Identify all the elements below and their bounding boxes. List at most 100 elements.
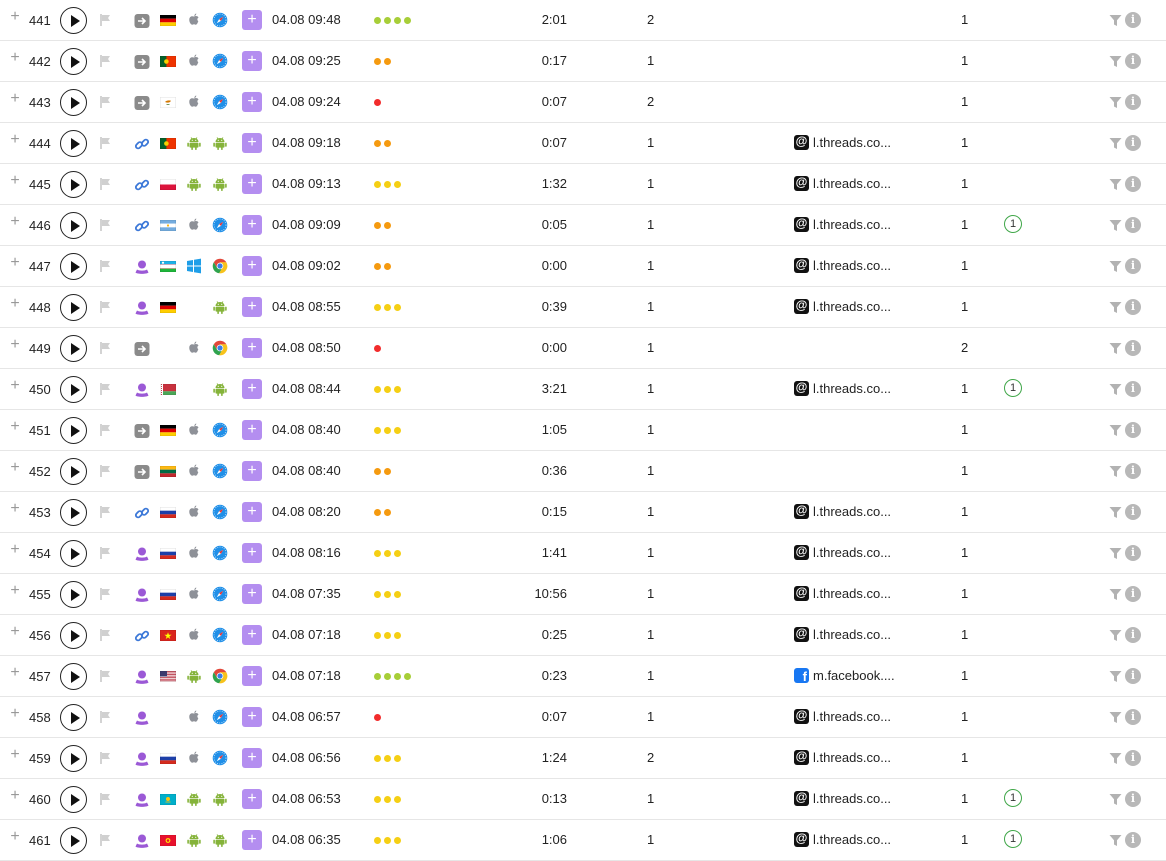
plus-icon[interactable]: + bbox=[8, 133, 22, 147]
play-icon[interactable] bbox=[60, 417, 87, 444]
info-icon[interactable]: i bbox=[1125, 217, 1141, 233]
filter-icon[interactable] bbox=[1109, 793, 1122, 806]
table-row[interactable]: +451+04.08 08:401:0511i bbox=[0, 410, 1166, 451]
filter-icon[interactable] bbox=[1109, 588, 1122, 601]
info-icon[interactable]: i bbox=[1125, 422, 1141, 438]
add-button[interactable]: + bbox=[242, 215, 262, 235]
add-button[interactable]: + bbox=[242, 461, 262, 481]
flag-icon[interactable] bbox=[99, 546, 113, 560]
plus-icon[interactable]: + bbox=[8, 789, 22, 803]
play-icon[interactable] bbox=[60, 89, 87, 116]
info-icon[interactable]: i bbox=[1125, 750, 1141, 766]
plus-icon[interactable]: + bbox=[8, 543, 22, 557]
info-icon[interactable]: i bbox=[1125, 176, 1141, 192]
play-icon[interactable] bbox=[60, 253, 87, 280]
filter-icon[interactable] bbox=[1109, 219, 1122, 232]
referrer-link[interactable]: l.threads.co... bbox=[794, 790, 891, 808]
filter-icon[interactable] bbox=[1109, 260, 1122, 273]
filter-icon[interactable] bbox=[1109, 178, 1122, 191]
plus-icon[interactable]: + bbox=[8, 338, 22, 352]
info-icon[interactable]: i bbox=[1125, 586, 1141, 602]
plus-icon[interactable]: + bbox=[8, 707, 22, 721]
info-icon[interactable]: i bbox=[1125, 668, 1141, 684]
plus-icon[interactable]: + bbox=[8, 10, 22, 24]
referrer-link[interactable]: l.threads.co... bbox=[794, 298, 891, 316]
flag-icon[interactable] bbox=[99, 710, 113, 724]
table-row[interactable]: +447+04.08 09:020:001l.threads.co...1i bbox=[0, 246, 1166, 287]
goal-badge[interactable]: 1 bbox=[1004, 830, 1022, 848]
plus-icon[interactable]: + bbox=[8, 92, 22, 106]
filter-icon[interactable] bbox=[1109, 465, 1122, 478]
play-icon[interactable] bbox=[60, 48, 87, 75]
play-icon[interactable] bbox=[60, 581, 87, 608]
info-icon[interactable]: i bbox=[1125, 340, 1141, 356]
goal-badge[interactable]: 1 bbox=[1004, 215, 1022, 233]
referrer-link[interactable]: l.threads.co... bbox=[794, 749, 891, 767]
referrer-link[interactable]: l.threads.co... bbox=[794, 708, 891, 726]
info-icon[interactable]: i bbox=[1125, 627, 1141, 643]
flag-icon[interactable] bbox=[99, 54, 113, 68]
filter-icon[interactable] bbox=[1109, 14, 1122, 27]
add-button[interactable]: + bbox=[242, 133, 262, 153]
table-row[interactable]: +450+04.08 08:443:211l.threads.co...11i bbox=[0, 369, 1166, 410]
table-row[interactable]: +455+04.08 07:3510:561l.threads.co...1i bbox=[0, 574, 1166, 615]
referrer-link[interactable]: l.threads.co... bbox=[794, 175, 891, 193]
play-icon[interactable] bbox=[60, 130, 87, 157]
referrer-link[interactable]: l.threads.co... bbox=[794, 257, 891, 275]
flag-icon[interactable] bbox=[99, 792, 113, 806]
goal-badge[interactable]: 1 bbox=[1004, 789, 1022, 807]
table-row[interactable]: +444+04.08 09:180:071l.threads.co...1i bbox=[0, 123, 1166, 164]
table-row[interactable]: +453+04.08 08:200:151l.threads.co...1i bbox=[0, 492, 1166, 533]
plus-icon[interactable]: + bbox=[8, 215, 22, 229]
flag-icon[interactable] bbox=[99, 628, 113, 642]
add-button[interactable]: + bbox=[242, 10, 262, 30]
info-icon[interactable]: i bbox=[1125, 53, 1141, 69]
filter-icon[interactable] bbox=[1109, 96, 1122, 109]
goal-badge[interactable]: 1 bbox=[1004, 379, 1022, 397]
referrer-link[interactable]: l.threads.co... bbox=[794, 503, 891, 521]
add-button[interactable]: + bbox=[242, 707, 262, 727]
plus-icon[interactable]: + bbox=[8, 379, 22, 393]
play-icon[interactable] bbox=[60, 335, 87, 362]
play-icon[interactable] bbox=[60, 294, 87, 321]
add-button[interactable]: + bbox=[242, 666, 262, 686]
play-icon[interactable] bbox=[60, 786, 87, 813]
filter-icon[interactable] bbox=[1109, 752, 1122, 765]
plus-icon[interactable]: + bbox=[8, 420, 22, 434]
play-icon[interactable] bbox=[60, 171, 87, 198]
plus-icon[interactable]: + bbox=[8, 748, 22, 762]
table-row[interactable]: +448+04.08 08:550:391l.threads.co...1i bbox=[0, 287, 1166, 328]
flag-icon[interactable] bbox=[99, 505, 113, 519]
table-row[interactable]: +456+04.08 07:180:251l.threads.co...1i bbox=[0, 615, 1166, 656]
flag-icon[interactable] bbox=[99, 177, 113, 191]
add-button[interactable]: + bbox=[242, 830, 262, 850]
flag-icon[interactable] bbox=[99, 13, 113, 27]
add-button[interactable]: + bbox=[242, 51, 262, 71]
flag-icon[interactable] bbox=[99, 669, 113, 683]
flag-icon[interactable] bbox=[99, 751, 113, 765]
add-button[interactable]: + bbox=[242, 92, 262, 112]
play-icon[interactable] bbox=[60, 499, 87, 526]
play-icon[interactable] bbox=[60, 704, 87, 731]
info-icon[interactable]: i bbox=[1125, 791, 1141, 807]
table-row[interactable]: +449+04.08 08:500:0012i bbox=[0, 328, 1166, 369]
add-button[interactable]: + bbox=[242, 338, 262, 358]
plus-icon[interactable]: + bbox=[8, 51, 22, 65]
table-row[interactable]: +459+04.08 06:561:242l.threads.co...1i bbox=[0, 738, 1166, 779]
flag-icon[interactable] bbox=[99, 341, 113, 355]
plus-icon[interactable]: + bbox=[8, 830, 22, 844]
filter-icon[interactable] bbox=[1109, 342, 1122, 355]
table-row[interactable]: +458+04.08 06:570:071l.threads.co...1i bbox=[0, 697, 1166, 738]
add-button[interactable]: + bbox=[242, 789, 262, 809]
table-row[interactable]: +454+04.08 08:161:411l.threads.co...1i bbox=[0, 533, 1166, 574]
play-icon[interactable] bbox=[60, 376, 87, 403]
info-icon[interactable]: i bbox=[1125, 545, 1141, 561]
referrer-link[interactable]: m.facebook.... bbox=[794, 667, 895, 685]
filter-icon[interactable] bbox=[1109, 301, 1122, 314]
filter-icon[interactable] bbox=[1109, 711, 1122, 724]
referrer-link[interactable]: l.threads.co... bbox=[794, 380, 891, 398]
table-row[interactable]: +443+04.08 09:240:0721i bbox=[0, 82, 1166, 123]
referrer-link[interactable]: l.threads.co... bbox=[794, 626, 891, 644]
play-icon[interactable] bbox=[60, 212, 87, 239]
info-icon[interactable]: i bbox=[1125, 299, 1141, 315]
